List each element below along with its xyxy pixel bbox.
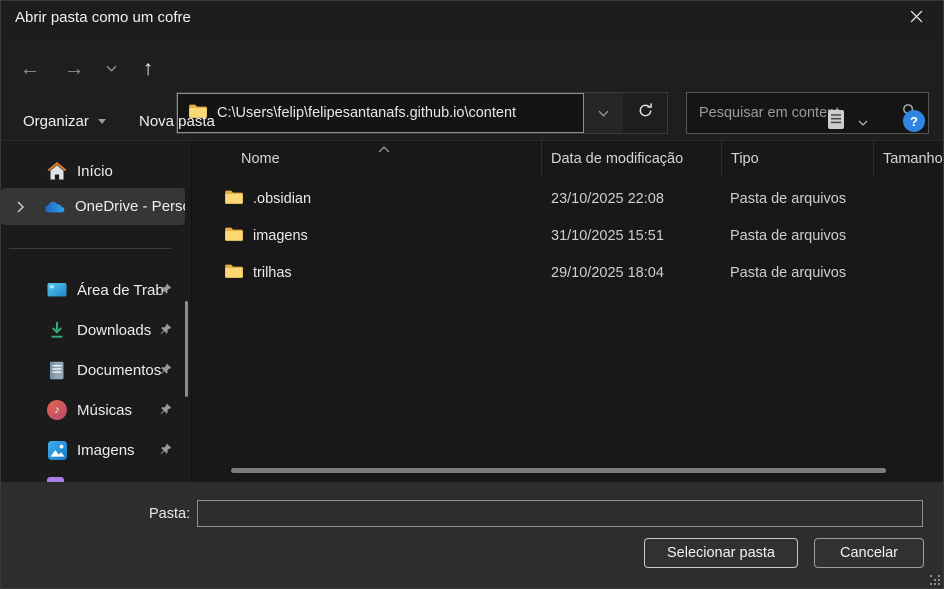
sidebar-item-desktop[interactable]: Área de Trab: [1, 274, 185, 306]
sidebar-item-onedrive[interactable]: OneDrive - Perso: [1, 188, 185, 225]
view-mode-button[interactable]: [823, 101, 849, 141]
recent-locations-button[interactable]: [97, 45, 125, 91]
sidebar-divider: [9, 248, 171, 249]
up-arrow-icon: ↑: [143, 58, 154, 79]
chevron-right-icon[interactable]: [17, 201, 24, 213]
home-icon: [47, 161, 67, 181]
details-view-icon: [827, 109, 845, 134]
organize-label: Organizar: [23, 113, 89, 130]
command-toolbar: Organizar Nova pasta ?: [1, 101, 944, 141]
folder-icon: [224, 263, 244, 283]
view-mode-dropdown[interactable]: [853, 101, 873, 141]
up-button[interactable]: ↑: [131, 45, 165, 91]
document-icon: [47, 360, 67, 380]
close-icon: [910, 10, 923, 28]
pin-icon: [159, 443, 172, 456]
select-folder-button[interactable]: Selecionar pasta: [644, 538, 798, 568]
sidebar-item-label: Músicas: [77, 402, 132, 419]
pin-icon: [159, 283, 172, 296]
sort-ascending-icon: [378, 141, 390, 157]
folder-name-input[interactable]: [197, 500, 923, 527]
sidebar-item-downloads[interactable]: Downloads: [1, 314, 185, 346]
sidebar-item-pictures[interactable]: Imagens: [1, 434, 185, 466]
picture-icon: [47, 440, 67, 460]
sidebar-scrollbar[interactable]: [185, 301, 188, 397]
forward-button[interactable]: →: [57, 45, 91, 91]
column-header-size[interactable]: Tamanho: [873, 141, 944, 176]
new-folder-label: Nova pasta: [139, 113, 215, 130]
close-button[interactable]: [895, 3, 937, 35]
chevron-down-icon: [106, 59, 117, 77]
file-type: Pasta de arquivos: [721, 265, 873, 281]
folder-field-label: Pasta:: [149, 506, 190, 522]
file-type: Pasta de arquivos: [721, 228, 873, 244]
file-name: trilhas: [253, 265, 292, 281]
sidebar-item-label: Documentos: [77, 362, 161, 379]
title-bar[interactable]: Abrir pasta como um cofre: [1, 1, 944, 37]
caret-down-icon: [98, 119, 106, 124]
column-header-modified[interactable]: Data de modificação: [541, 141, 721, 176]
pin-icon: [159, 323, 172, 336]
pin-icon: [159, 403, 172, 416]
dialog-footer: Pasta: Selecionar pasta Cancelar: [1, 482, 944, 589]
column-header-name[interactable]: Nome: [192, 141, 541, 176]
column-header-type[interactable]: Tipo: [721, 141, 873, 176]
help-icon: ?: [910, 114, 918, 129]
column-header-row: Nome Data de modificação Tipo Tamanho: [192, 141, 944, 176]
music-note-icon: ♪: [47, 400, 67, 420]
sidebar-item-music[interactable]: ♪ Músicas: [1, 394, 185, 426]
help-button[interactable]: ?: [903, 110, 925, 132]
horizontal-scrollbar[interactable]: [231, 468, 886, 473]
file-row[interactable]: .obsidian 23/10/2025 22:08 Pasta de arqu…: [192, 180, 944, 217]
cancel-button[interactable]: Cancelar: [814, 538, 924, 568]
file-name: imagens: [253, 228, 308, 244]
organize-button[interactable]: Organizar: [23, 101, 106, 141]
file-modified: 23/10/2025 22:08: [541, 191, 721, 207]
forward-arrow-icon: →: [64, 58, 85, 79]
file-row[interactable]: trilhas 29/10/2025 18:04 Pasta de arquiv…: [192, 254, 944, 291]
folder-icon: [224, 226, 244, 246]
onedrive-cloud-icon: [45, 197, 65, 217]
folder-icon: [224, 189, 244, 209]
back-arrow-icon: ←: [20, 58, 41, 79]
sidebar-item-label: OneDrive - Perso: [75, 198, 185, 215]
sidebar-item-label: Downloads: [77, 322, 151, 339]
desktop-icon: [47, 280, 67, 300]
file-modified: 29/10/2025 18:04: [541, 265, 721, 281]
navigation-bar: ← → ↑ C:\Users\felip\felipesantanafs.git…: [1, 45, 944, 91]
navigation-pane: Início OneDrive - Perso: [1, 141, 191, 482]
resize-grip[interactable]: [930, 575, 941, 586]
file-list: Nome Data de modificação Tipo Tamanho: [192, 141, 944, 482]
dialog-title: Abrir pasta como um cofre: [15, 9, 191, 26]
new-folder-button[interactable]: Nova pasta: [139, 101, 215, 141]
sidebar-item-label: Área de Trab: [77, 282, 164, 299]
pin-icon: [159, 363, 172, 376]
open-vault-dialog: Abrir pasta como um cofre ← → ↑: [0, 0, 944, 589]
download-arrow-icon: [47, 320, 67, 340]
back-button[interactable]: ←: [13, 45, 47, 91]
sidebar-item-home[interactable]: Início: [1, 155, 185, 187]
file-type: Pasta de arquivos: [721, 191, 873, 207]
file-row[interactable]: imagens 31/10/2025 15:51 Pasta de arquiv…: [192, 217, 944, 254]
chevron-down-icon: [858, 113, 868, 130]
file-name: .obsidian: [253, 191, 311, 207]
sidebar-item-label: Início: [77, 163, 113, 180]
sidebar-item-label: Imagens: [77, 442, 135, 459]
sidebar-item-documents[interactable]: Documentos: [1, 354, 185, 386]
file-modified: 31/10/2025 15:51: [541, 228, 721, 244]
